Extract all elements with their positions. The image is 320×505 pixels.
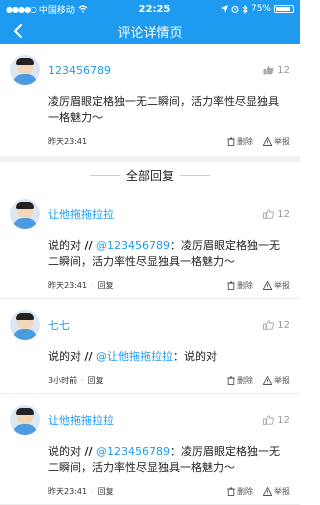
- reply-quoted: ：说的对: [173, 350, 218, 363]
- delete-label: 删除: [237, 486, 253, 496]
- delete-button[interactable]: 删除: [227, 375, 253, 386]
- report-label: 举报: [274, 280, 290, 290]
- warning-icon: [263, 136, 272, 146]
- warning-icon: [263, 280, 272, 290]
- status-time: 22:25: [138, 3, 171, 15]
- divider: [180, 174, 210, 176]
- reply-mention[interactable]: @123456789: [96, 239, 170, 252]
- reply-item: 让他拖拖拉拉 12 说的对 // @123456789：凌厉眉眼定格独一无二瞬间…: [0, 188, 300, 299]
- meta-dot: ·: [91, 280, 94, 290]
- like-count: 12: [277, 414, 290, 426]
- like-count: 12: [277, 319, 290, 331]
- delete-button[interactable]: 删除: [227, 136, 253, 147]
- meta-dot: ·: [91, 486, 94, 496]
- delete-label: 删除: [237, 280, 253, 290]
- replies-title: 全部回复: [125, 168, 174, 183]
- reply-username[interactable]: 七七: [48, 317, 70, 333]
- reply-text: 说的对 // @123456789：凌厉眉眼定格独一无二瞬间，活力率性尽显独具一…: [48, 238, 290, 270]
- reply-separator: //: [84, 445, 93, 458]
- reply-username[interactable]: 让他拖拖拉拉: [48, 206, 114, 222]
- battery-icon: [274, 5, 294, 13]
- like-button[interactable]: 12: [263, 415, 290, 426]
- battery-percent: 75%: [250, 4, 271, 14]
- replies-section-title: 全部回复: [0, 162, 300, 188]
- trash-icon: [227, 376, 235, 385]
- comment-username[interactable]: 123456789: [48, 64, 111, 77]
- carrier-name: 中国移动: [38, 5, 75, 16]
- reply-prefix: 说的对: [48, 239, 81, 252]
- delete-button[interactable]: 删除: [227, 280, 253, 291]
- location-icon: [220, 5, 228, 13]
- avatar[interactable]: [10, 405, 40, 435]
- thumbs-up-icon: [263, 65, 274, 75]
- reply-text: 说的对 // @让他拖拖拉拉：说的对: [48, 349, 290, 365]
- thumbs-up-icon: [263, 320, 275, 330]
- reply-mention[interactable]: @让他拖拖拉拉: [96, 350, 173, 363]
- avatar[interactable]: [10, 55, 40, 85]
- report-button[interactable]: 举报: [263, 375, 290, 386]
- reply-time: 3小时前: [48, 375, 78, 385]
- reply-text: 说的对 // @123456789：凌厉眉眼定格独一无二瞬间，活力率性尽显独具一…: [48, 444, 290, 476]
- divider: [89, 174, 120, 176]
- delete-label: 删除: [237, 136, 253, 146]
- thumbs-up-icon: [263, 209, 275, 219]
- report-button[interactable]: 举报: [263, 280, 290, 291]
- reply-button[interactable]: 回复: [98, 486, 114, 497]
- bluetooth-icon: [242, 4, 248, 14]
- meta-dot: ·: [81, 375, 84, 385]
- wifi-icon: [78, 5, 88, 13]
- reply-separator: //: [84, 239, 93, 252]
- like-count: 12: [277, 208, 290, 220]
- report-label: 举报: [274, 486, 290, 496]
- reply-prefix: 说的对: [48, 445, 81, 458]
- reply-button[interactable]: 回复: [88, 375, 104, 386]
- report-label: 举报: [274, 375, 290, 385]
- trash-icon: [227, 281, 235, 290]
- report-button[interactable]: 举报: [263, 136, 290, 147]
- main-comment: 123456789 12 凌厉眉眼定格独一无二瞬间，活力率性尽显独具一格魅力～ …: [0, 44, 300, 162]
- like-button[interactable]: 12: [263, 65, 290, 76]
- thumbs-up-icon: [263, 415, 275, 425]
- report-button[interactable]: 举报: [263, 486, 290, 497]
- status-bar: ●●●●○ 中国移动 22:25 75%: [0, 0, 300, 18]
- reply-time: 昨天23:41: [48, 486, 88, 496]
- trash-icon: [227, 487, 235, 496]
- reply-mention[interactable]: @123456789: [96, 445, 170, 458]
- alarm-icon: [231, 5, 239, 13]
- comment-time: 昨天23:41: [48, 136, 88, 146]
- delete-label: 删除: [237, 375, 253, 385]
- like-count: 12: [277, 64, 290, 76]
- reply-list: 让他拖拖拉拉 12 说的对 // @123456789：凌厉眉眼定格独一无二瞬间…: [0, 188, 300, 505]
- reply-separator: //: [84, 350, 93, 363]
- chevron-left-icon: [14, 24, 22, 38]
- trash-icon: [227, 137, 235, 146]
- page-title: 评论详情页: [117, 25, 183, 41]
- warning-icon: [263, 486, 272, 496]
- status-left: ●●●●○ 中国移动: [6, 3, 88, 16]
- reply-item: 七七 12 说的对 // @让他拖拖拉拉：说的对 3小时前 · 回复 删除 举报: [0, 299, 300, 394]
- delete-button[interactable]: 删除: [227, 486, 253, 497]
- back-button[interactable]: [8, 21, 28, 41]
- reply-prefix: 说的对: [48, 350, 81, 363]
- like-button[interactable]: 12: [263, 320, 290, 331]
- avatar[interactable]: [10, 199, 40, 229]
- reply-item: 让他拖拖拉拉 12 说的对 // @123456789：凌厉眉眼定格独一无二瞬间…: [0, 394, 300, 505]
- report-label: 举报: [274, 136, 290, 146]
- warning-icon: [263, 375, 272, 385]
- like-button[interactable]: 12: [263, 209, 290, 220]
- reply-username[interactable]: 让他拖拖拉拉: [48, 412, 114, 428]
- avatar[interactable]: [10, 310, 40, 340]
- reply-button[interactable]: 回复: [98, 280, 114, 291]
- nav-bar: 评论详情页: [0, 18, 300, 44]
- comment-text: 凌厉眉眼定格独一无二瞬间，活力率性尽显独具一格魅力～: [48, 95, 279, 124]
- signal-icon: ●●●●○: [6, 4, 37, 14]
- status-right: 75%: [220, 4, 294, 14]
- reply-time: 昨天23:41: [48, 280, 88, 290]
